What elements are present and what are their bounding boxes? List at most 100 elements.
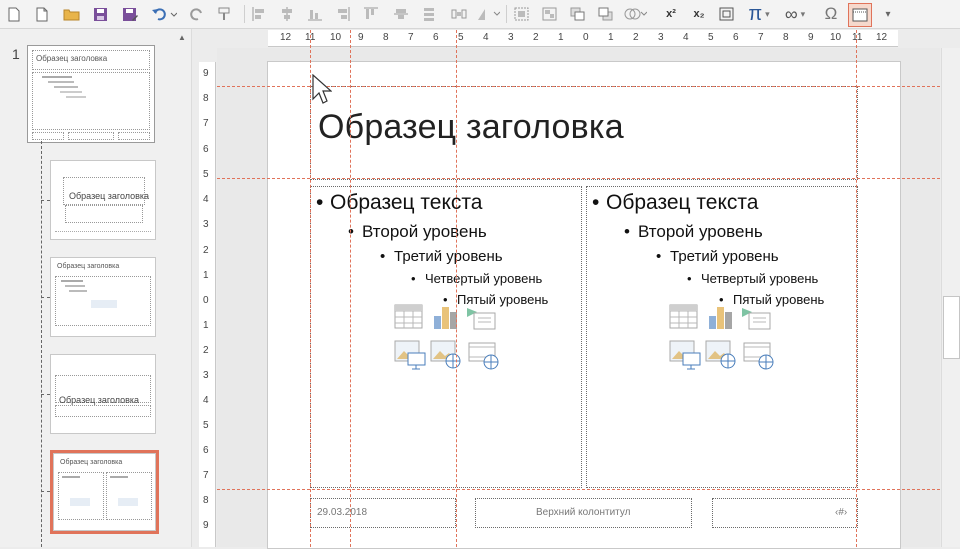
format-painter-icon[interactable]	[216, 3, 238, 25]
align-left-icon[interactable]	[250, 3, 268, 25]
superscript-button[interactable]: x²	[660, 3, 682, 25]
infinity-icon: ∞	[784, 3, 798, 24]
h-ruler-label: 8	[783, 32, 789, 43]
vertical-guide[interactable]	[456, 30, 457, 547]
insert-table-icon[interactable]	[669, 304, 699, 330]
layout-tree-line	[41, 141, 42, 547]
header-footer-button[interactable]	[848, 3, 872, 27]
h-ruler-label: 11	[852, 32, 863, 43]
more-icon[interactable]: ▾	[880, 3, 896, 25]
insert-picture-icon[interactable]	[669, 340, 701, 370]
new-document-icon[interactable]	[5, 3, 23, 25]
h-ruler-label: 6	[433, 32, 439, 43]
new-slide-icon[interactable]	[33, 3, 51, 25]
insert-picture-icon[interactable]	[394, 340, 426, 370]
v-ruler-label: 3	[203, 219, 209, 230]
v-ruler-label: 8	[203, 495, 209, 506]
scrollbar-thumb[interactable]	[943, 296, 960, 359]
left-level3: • Третий уровень	[380, 248, 503, 265]
insert-online-picture-icon[interactable]	[430, 340, 462, 370]
layout-thumbnail-section[interactable]: Образец заголовка	[50, 354, 156, 434]
tree-branch	[41, 297, 50, 298]
v-ruler-label: 1	[203, 270, 209, 281]
tree-branch	[41, 491, 50, 492]
h-ruler-label: 10	[830, 32, 842, 43]
footer-date: 29.03.2018	[317, 507, 368, 518]
h-ruler-label: 2	[533, 32, 539, 43]
left-level2: • Второй уровень	[348, 222, 487, 241]
align-right-icon[interactable]	[334, 3, 352, 25]
v-ruler-label: 6	[203, 144, 209, 155]
subscript-button[interactable]: x₂	[688, 3, 710, 25]
bring-forward-icon[interactable]	[568, 3, 588, 25]
rotate-icon[interactable]	[475, 3, 501, 25]
h-ruler-label: 1	[608, 32, 614, 43]
merge-shapes-icon[interactable]	[622, 3, 648, 25]
v-ruler-label: 2	[203, 345, 209, 356]
distribute-icon[interactable]	[420, 3, 438, 25]
align-top-icon[interactable]	[362, 3, 380, 25]
left-level1: • Образец текста	[316, 191, 483, 214]
horizontal-guide[interactable]	[217, 489, 940, 490]
toolbar: x² x₂ π ▾ ∞ ▾ Ω ▾	[0, 0, 960, 29]
align-bottom-icon[interactable]	[306, 3, 324, 25]
h-ruler-label: 6	[733, 32, 739, 43]
v-ruler-label: 1	[203, 320, 209, 331]
insert-video-icon[interactable]	[468, 340, 500, 370]
master-thumbnail-title: Образец заголовка	[36, 54, 108, 63]
insert-online-picture-icon[interactable]	[705, 340, 737, 370]
layout-thumbnail-title-content[interactable]: Образец заголовка	[50, 257, 156, 337]
h-ruler-label: 0	[583, 32, 589, 43]
right-level1: • Образец текста	[592, 191, 759, 214]
layout-thumbnail-title: Образец заголовка	[59, 395, 140, 405]
insert-table-icon[interactable]	[394, 304, 424, 330]
vertical-guide[interactable]	[350, 30, 351, 547]
layout-thumbnail-title-slide[interactable]: Образец заголовка	[50, 160, 156, 240]
h-ruler-label: 2	[633, 32, 639, 43]
ungroup-icon[interactable]	[540, 3, 560, 25]
insert-smartart-icon[interactable]	[741, 306, 771, 330]
h-ruler-label: 12	[280, 32, 292, 43]
save-as-icon[interactable]	[120, 3, 140, 25]
infinity-button[interactable]: ∞ ▾	[780, 3, 810, 25]
v-ruler-label: 2	[203, 245, 209, 256]
left-level4: • Четвертый уровень	[411, 271, 543, 286]
align-center-icon[interactable]	[278, 3, 296, 25]
save-icon[interactable]	[91, 3, 109, 25]
h-ruler-label: 9	[358, 32, 364, 43]
h-ruler-label: 9	[808, 32, 814, 43]
v-ruler-label: 0	[203, 295, 209, 306]
send-backward-icon[interactable]	[596, 3, 616, 25]
master-thumbnail[interactable]: Образец заголовка	[27, 45, 155, 143]
v-ruler-label: 8	[203, 93, 209, 104]
vertical-guide[interactable]	[856, 30, 857, 547]
v-ruler-label: 4	[203, 194, 209, 205]
v-ruler-label: 9	[203, 520, 209, 531]
symbol-button[interactable]: Ω	[820, 3, 842, 25]
pi-icon: π	[748, 2, 763, 25]
align-middle-icon[interactable]	[392, 3, 410, 25]
h-ruler-label: 3	[508, 32, 514, 43]
h-ruler-label: 1	[558, 32, 564, 43]
h-ruler-label: 10	[330, 32, 342, 43]
open-folder-icon[interactable]	[61, 3, 81, 25]
horizontal-guide[interactable]	[217, 178, 940, 179]
layout-thumbnail-title: Образец заголовка	[57, 263, 120, 270]
right-level4: • Четвертый уровень	[687, 271, 819, 286]
insert-chart-icon[interactable]	[707, 304, 735, 330]
right-level3: • Третий уровень	[656, 248, 779, 265]
h-ruler-label: 8	[383, 32, 389, 43]
scroll-up-icon[interactable]: ▲	[178, 33, 186, 42]
thumbnail-scrollbar[interactable]: ▲	[175, 29, 192, 547]
insert-video-icon[interactable]	[743, 340, 775, 370]
insert-smartart-icon[interactable]	[466, 306, 496, 330]
vertical-guide[interactable]	[310, 30, 311, 547]
redo-icon[interactable]	[188, 3, 206, 25]
text-box-icon[interactable]	[716, 3, 738, 25]
distribute-h-icon[interactable]	[450, 3, 468, 25]
undo-icon[interactable]	[150, 3, 178, 25]
equation-button[interactable]: π ▾	[746, 3, 772, 25]
layout-thumbnail-two-content[interactable]: Образец заголовка	[50, 450, 159, 534]
group-icon[interactable]	[512, 3, 532, 25]
tree-branch	[41, 394, 50, 395]
